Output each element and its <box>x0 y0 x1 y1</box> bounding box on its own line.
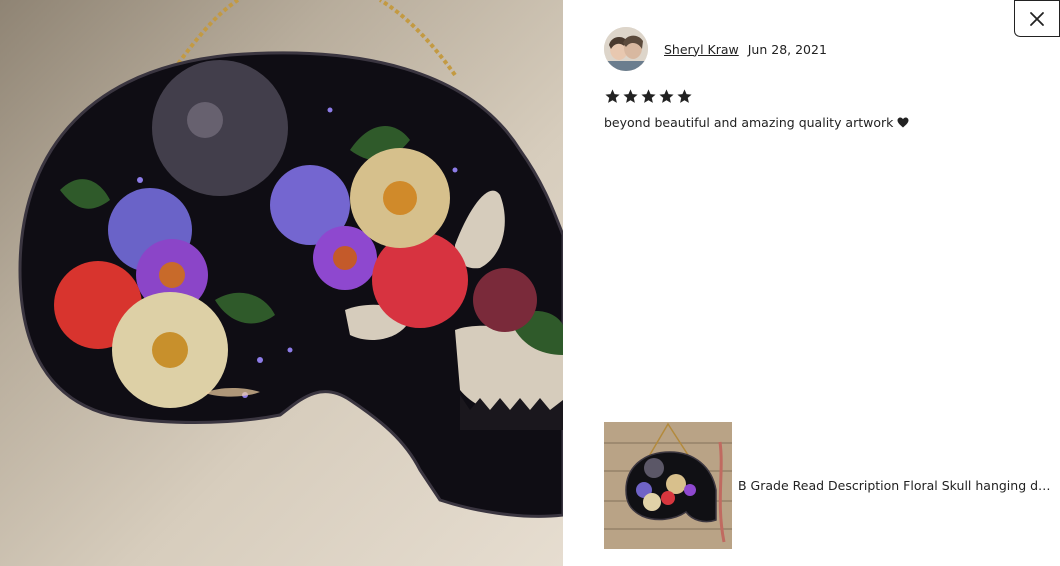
product-thumbnail-image <box>604 422 732 549</box>
avatar-photo <box>604 27 648 71</box>
star-icon <box>659 89 674 103</box>
review-details-panel: Sheryl Kraw Jun 28, 2021 beyond beautifu… <box>563 0 1060 566</box>
star-icon <box>623 89 638 103</box>
review-photo <box>0 0 563 566</box>
star-icon <box>605 89 620 103</box>
star-icon <box>641 89 656 103</box>
product-thumbnail[interactable] <box>604 422 732 549</box>
close-button[interactable] <box>1014 0 1060 37</box>
review-body: beyond beautiful and amazing quality art… <box>604 115 894 130</box>
review-text: beyond beautiful and amazing quality art… <box>604 115 909 130</box>
heart-icon <box>897 117 909 128</box>
star-rating <box>604 88 693 105</box>
avatar[interactable] <box>604 27 648 71</box>
reviewer-info: Sheryl Kraw Jun 28, 2021 <box>604 27 827 71</box>
review-date: Jun 28, 2021 <box>747 41 827 57</box>
star-icon <box>677 89 692 103</box>
floral-skull-photo <box>18 0 563 518</box>
reviewer-name-link[interactable]: Sheryl Kraw <box>664 42 739 57</box>
close-icon <box>1030 11 1044 26</box>
reviewed-product[interactable]: B Grade Read Description Floral Skull ha… <box>604 422 1055 549</box>
product-title-link[interactable]: B Grade Read Description Floral Skull ha… <box>738 478 1055 493</box>
